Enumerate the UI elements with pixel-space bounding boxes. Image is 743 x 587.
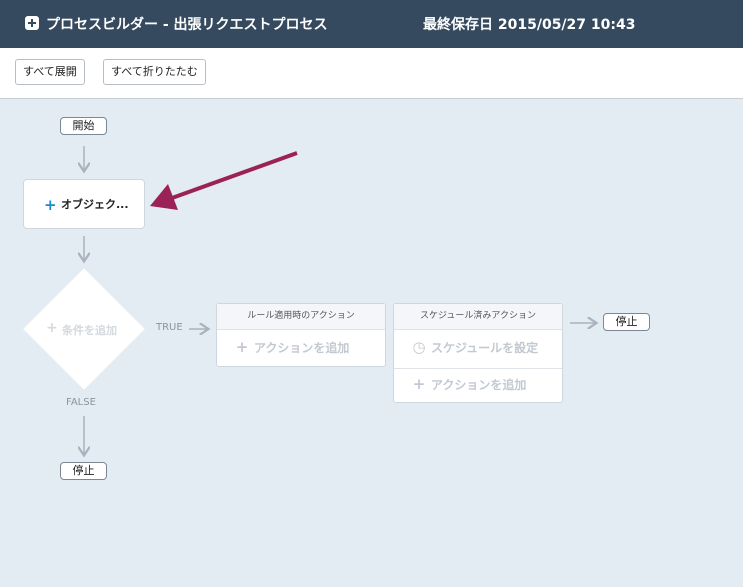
- true-branch-label: TRUE: [156, 322, 183, 333]
- add-icon: +: [46, 320, 58, 336]
- annotation-arrow: [150, 151, 298, 210]
- object-node-label: オブジェク...: [61, 198, 129, 211]
- add-action-label: アクションを追加: [254, 341, 350, 355]
- start-node[interactable]: 開始: [60, 117, 107, 135]
- process-builder-icon: [25, 16, 39, 30]
- scheduled-actions-panel: スケジュール済みアクション ◷ スケジュールを設定 + アクションを追加: [393, 303, 563, 403]
- stop-node-false: 停止: [60, 462, 107, 480]
- immediate-actions-header: ルール適用時のアクション: [217, 304, 385, 330]
- immediate-actions-panel: ルール適用時のアクション + アクションを追加: [216, 303, 386, 367]
- object-node[interactable]: + オブジェク...: [23, 179, 145, 229]
- set-schedule-button[interactable]: ◷ スケジュールを設定: [394, 338, 562, 356]
- condition-label[interactable]: 条件を追加: [62, 322, 117, 338]
- page-title: プロセスビルダー - 出張リクエストプロセス: [46, 17, 328, 33]
- expand-all-button[interactable]: すべて展開: [15, 59, 85, 85]
- set-schedule-label: スケジュールを設定: [431, 341, 539, 355]
- add-icon: +: [412, 375, 426, 393]
- scheduled-actions-header: スケジュール済みアクション: [394, 304, 562, 330]
- clock-icon: ◷: [412, 338, 426, 356]
- panel-divider: [394, 368, 562, 369]
- collapse-all-button[interactable]: すべて折りたたむ: [103, 59, 206, 85]
- add-scheduled-action[interactable]: + アクションを追加: [394, 375, 562, 393]
- app-header: プロセスビルダー - 出張リクエストプロセス 最終保存日 2015/05/27 …: [0, 0, 743, 48]
- add-action-label: アクションを追加: [431, 378, 527, 392]
- last-saved-label: 最終保存日 2015/05/27 10:43: [423, 17, 636, 33]
- false-branch-label: FALSE: [66, 397, 96, 408]
- add-icon: +: [44, 196, 57, 214]
- add-icon: +: [235, 338, 249, 356]
- stop-node-true: 停止: [603, 313, 650, 331]
- add-immediate-action[interactable]: + アクションを追加: [217, 338, 385, 356]
- toolbar: すべて展開 すべて折りたたむ: [0, 48, 743, 99]
